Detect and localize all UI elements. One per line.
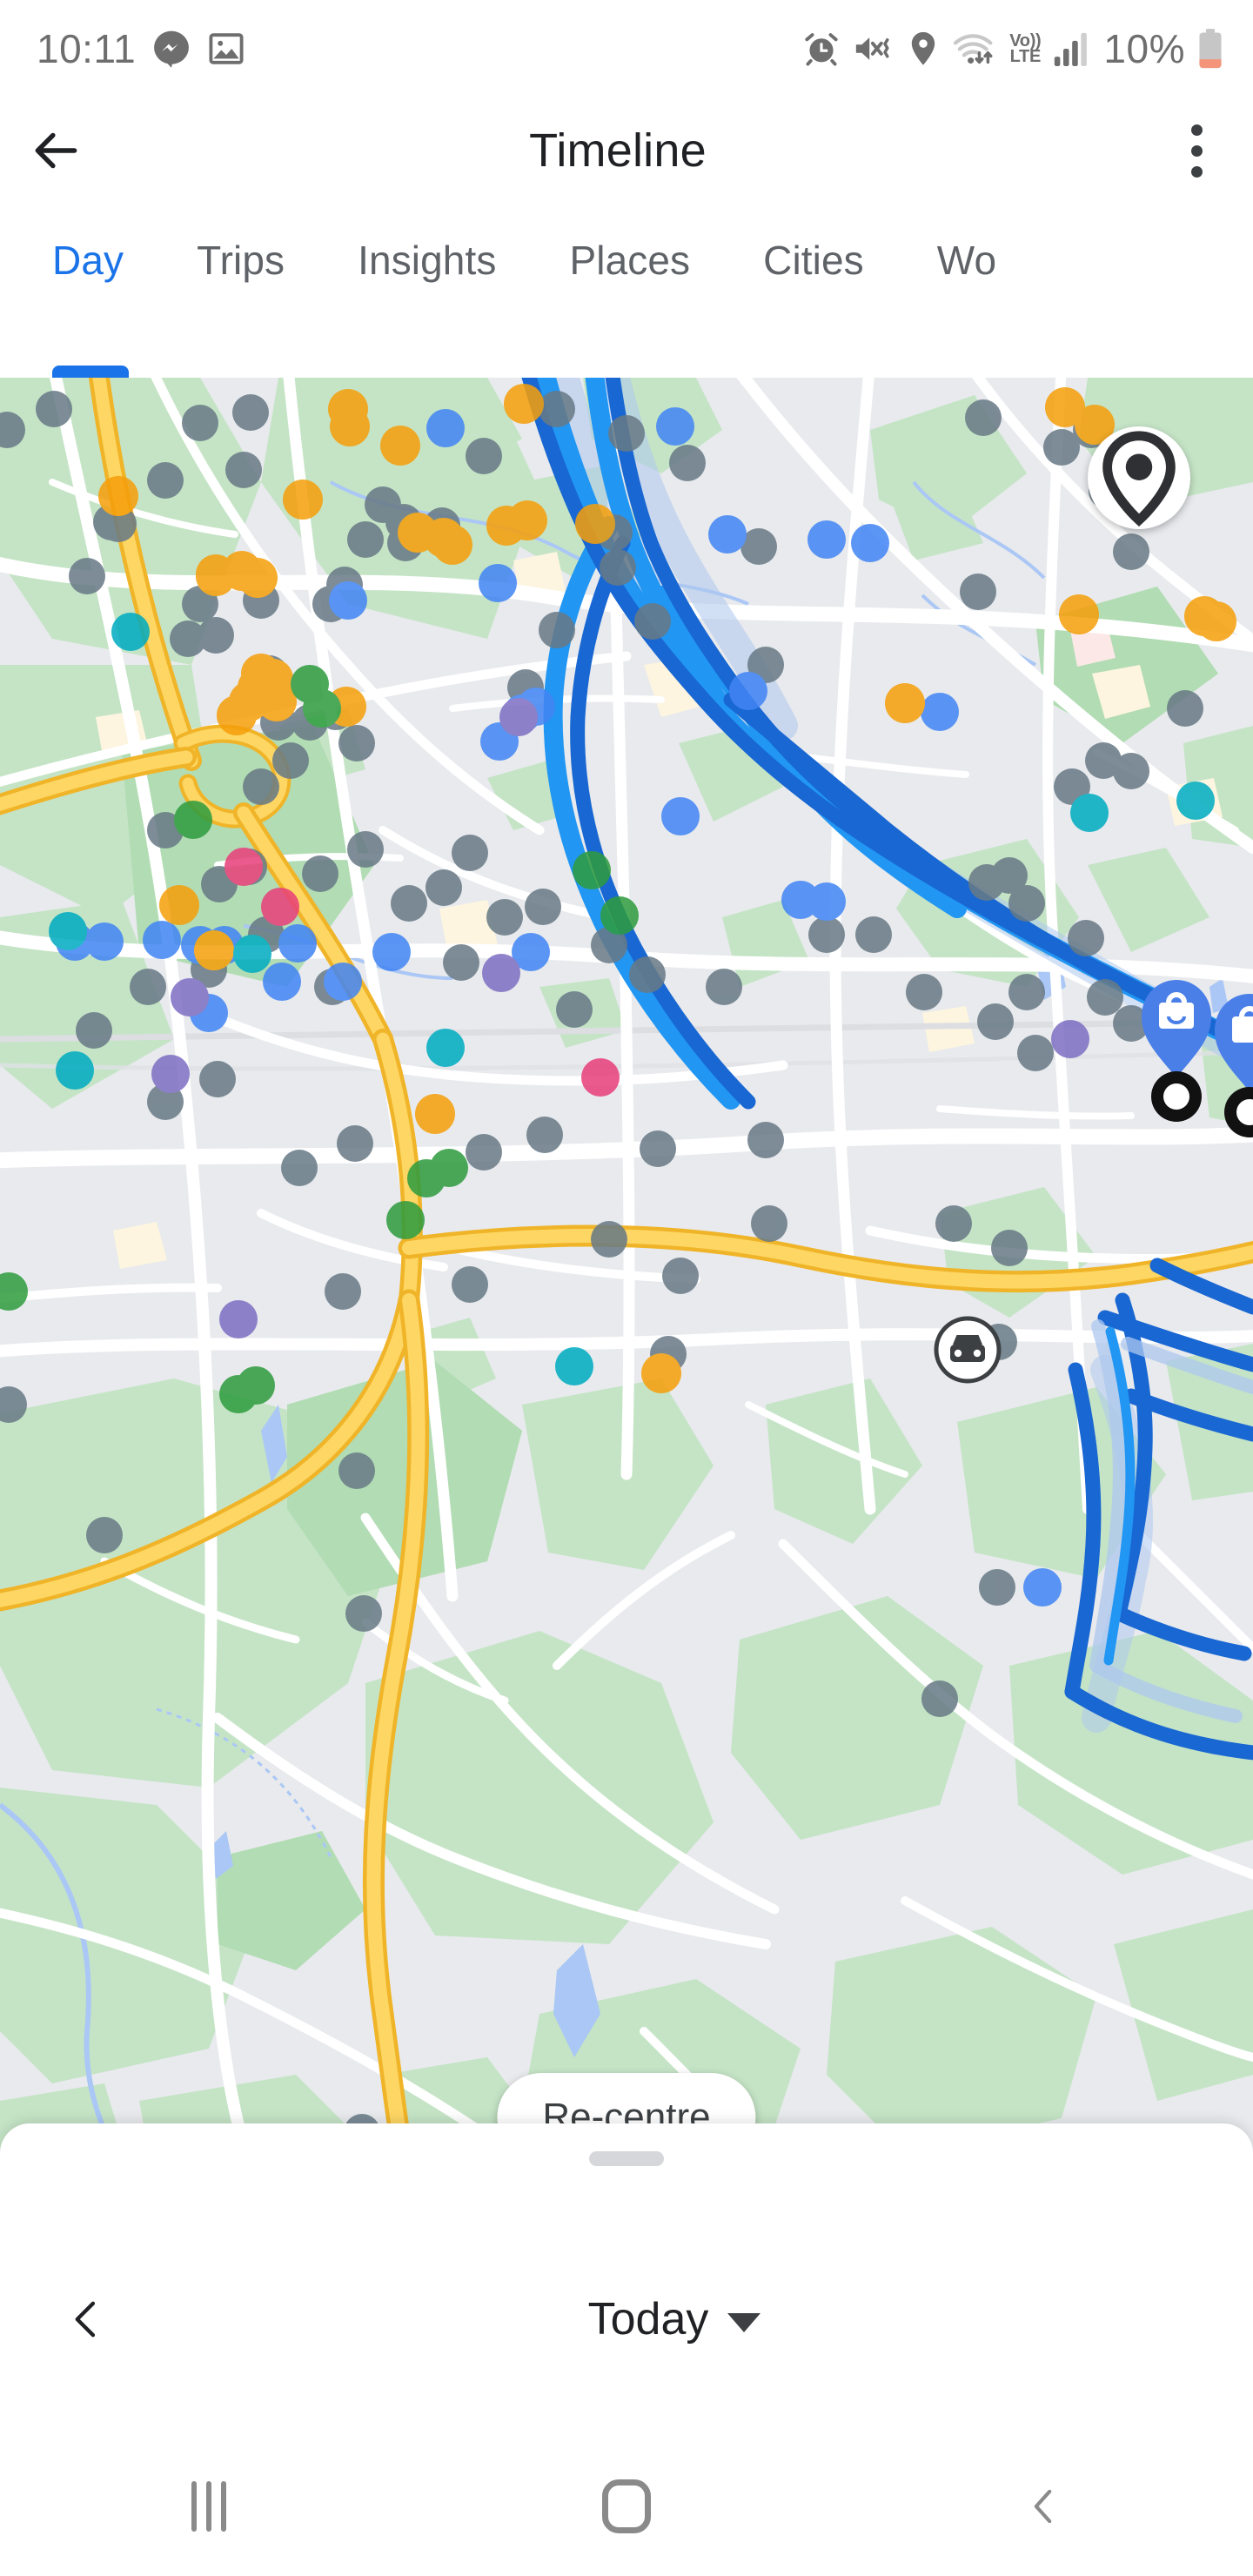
- mute-vibrate-icon: [856, 37, 889, 60]
- nav-back-icon: [1034, 2489, 1052, 2524]
- status-bar-right: Vo)) LTE 10%: [802, 25, 1223, 72]
- volte-bottom: LTE: [1009, 47, 1042, 66]
- tab-active-indicator: [52, 366, 129, 378]
- photos-icon: [209, 33, 244, 64]
- home-button[interactable]: [418, 2479, 835, 2533]
- tab-insights[interactable]: Insights: [358, 237, 496, 284]
- tab-world[interactable]: Wo: [937, 237, 996, 284]
- overflow-menu-icon: [1190, 124, 1203, 178]
- overflow-menu-button[interactable]: [1140, 124, 1253, 178]
- status-bar: 10:11 Vo)) LTE 10%: [0, 0, 1253, 97]
- date-navigator: Today: [0, 2254, 1253, 2385]
- location-pin-icon: [1102, 431, 1176, 527]
- page-title: Timeline: [529, 124, 707, 177]
- tab-trips[interactable]: Trips: [197, 237, 285, 284]
- date-label: Today: [587, 2294, 709, 2345]
- alarm-icon: [805, 33, 838, 66]
- recents-button[interactable]: [0, 2481, 418, 2532]
- battery-icon: [1199, 29, 1222, 69]
- volte-icon: Vo)) LTE: [1009, 31, 1042, 66]
- bottom-sheet: Today: [0, 2123, 1253, 2437]
- tab-cities[interactable]: Cities: [763, 237, 864, 284]
- caret-down-icon: [727, 2313, 761, 2332]
- battery-percent: 10%: [1103, 26, 1185, 71]
- tab-row: Day Trips Insights Places Cities Wo: [0, 204, 1253, 378]
- status-clock: 10:11: [37, 26, 137, 71]
- back-arrow-icon: [35, 132, 77, 169]
- location-icon: [912, 31, 935, 65]
- tab-places[interactable]: Places: [569, 237, 690, 284]
- tab-bar: Day Trips Insights Places Cities Wo: [0, 204, 1253, 378]
- nav-back-button[interactable]: [835, 2485, 1253, 2528]
- map-canvas[interactable]: Re-centre: [0, 378, 1253, 2197]
- phone-screen: 10:11 Vo)) LTE 10% Timeline Day Trips In…: [0, 0, 1253, 2576]
- tab-day[interactable]: Day: [52, 237, 124, 284]
- system-nav-bar: [0, 2437, 1253, 2576]
- sheet-drag-handle[interactable]: [589, 2151, 664, 2166]
- home-icon: [602, 2479, 651, 2533]
- travel-mode-badge[interactable]: [934, 1316, 1002, 1384]
- my-location-button[interactable]: [1088, 426, 1190, 529]
- signal-icon: [1055, 32, 1088, 66]
- map-vector: [0, 378, 1253, 2197]
- status-bar-left: 10:11: [37, 25, 245, 72]
- recents-icon: [191, 2481, 226, 2532]
- wifi-icon: [954, 34, 993, 64]
- messenger-icon: [154, 30, 190, 68]
- date-dropdown[interactable]: Today: [96, 2293, 1253, 2345]
- app-bar: Timeline: [0, 97, 1253, 204]
